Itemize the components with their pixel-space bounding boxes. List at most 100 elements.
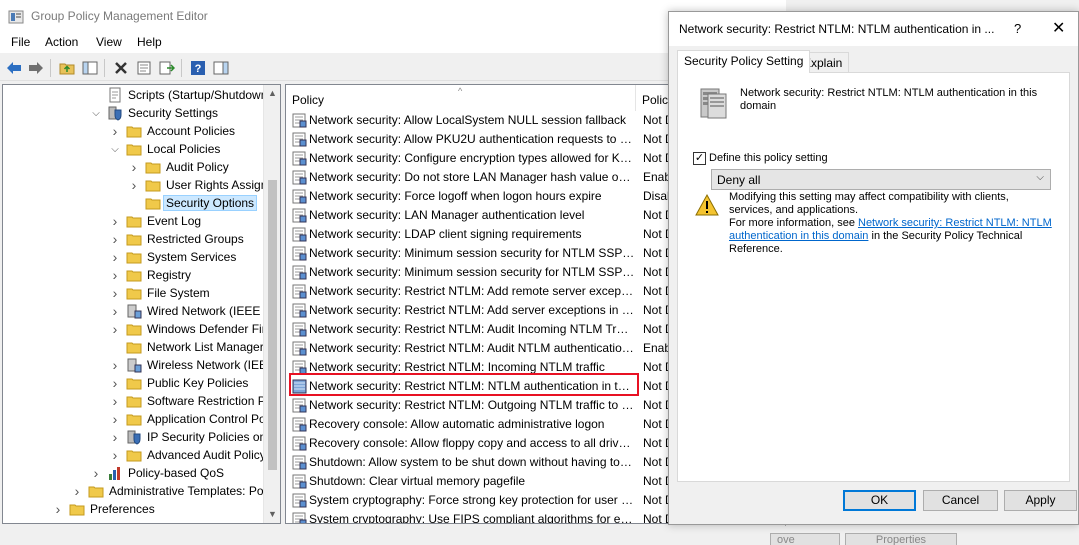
scroll-thumb[interactable] — [268, 180, 277, 470]
tree-item[interactable]: › Public Key Policies — [109, 374, 250, 392]
policy-name-cell: Recovery console: Allow floppy copy and … — [309, 436, 635, 450]
tree-item[interactable]: › Preferences — [52, 500, 157, 518]
define-policy-checkbox[interactable]: ✓ — [693, 152, 706, 165]
collapsed-chevron-icon[interactable]: › — [109, 303, 121, 319]
policy-name-cell: Network security: Restrict NTLM: Add ser… — [309, 303, 635, 317]
policy-name-cell: Network security: Do not store LAN Manag… — [309, 170, 635, 184]
ok-button[interactable]: OK — [843, 490, 916, 511]
policy-icon — [292, 132, 307, 147]
network-icon — [126, 303, 142, 319]
warning-text: Modifying this setting may affect compat… — [729, 191, 1054, 256]
policy-icon — [292, 170, 307, 185]
scroll-down-icon[interactable]: ▼ — [264, 506, 280, 523]
expanded-chevron-icon[interactable]: ⌵ — [109, 143, 121, 155]
no-expander — [90, 89, 102, 101]
tree-item-label: Account Policies — [147, 124, 236, 138]
tree-item[interactable]: › File System — [109, 284, 212, 302]
policy-name-cell: Network security: Restrict NTLM: Incomin… — [309, 360, 605, 374]
collapsed-chevron-icon[interactable]: › — [109, 411, 121, 427]
delete-icon[interactable] — [111, 58, 131, 78]
collapsed-chevron-icon[interactable]: › — [90, 465, 102, 481]
policy-name: Network security: Restrict NTLM: NTLM au… — [740, 87, 1038, 112]
show-hide-tree-icon[interactable] — [80, 58, 100, 78]
tab-security-policy-setting[interactable]: Security Policy Setting — [677, 50, 811, 73]
console-tree[interactable]: Scripts (Startup/Shutdown) ⌵ Security Sett… — [2, 84, 281, 524]
tree-item[interactable]: › Restricted Groups — [109, 230, 246, 248]
menu-action[interactable]: Action — [45, 35, 78, 49]
collapsed-chevron-icon[interactable]: › — [109, 231, 121, 247]
policy-name-cell: Network security: LDAP client signing re… — [309, 227, 582, 241]
policy-icon — [292, 512, 307, 523]
help-icon[interactable]: ? — [188, 58, 208, 78]
policy-icon — [292, 189, 307, 204]
scroll-up-icon[interactable]: ▲ — [264, 85, 280, 102]
tree-item[interactable]: › Policy-based QoS — [90, 464, 226, 482]
collapsed-chevron-icon[interactable]: › — [109, 213, 121, 229]
tree-item[interactable]: › Advanced Audit Policy Cor — [109, 446, 280, 464]
back-arrow-icon[interactable] — [4, 58, 24, 78]
tab-panel: Network security: Restrict NTLM: NTLM au… — [677, 72, 1070, 482]
tree-item[interactable]: ⌵ Security Settings — [90, 104, 220, 122]
show-hide-action-pane-icon[interactable] — [211, 58, 231, 78]
tree-item[interactable]: Scripts (Startup/Shutdown) — [90, 86, 273, 104]
server-policy-icon — [700, 88, 727, 119]
tree-item[interactable]: › System Services — [109, 248, 238, 266]
menu-file[interactable]: File — [11, 35, 30, 49]
collapsed-chevron-icon[interactable]: › — [109, 375, 121, 391]
cancel-button[interactable]: Cancel — [923, 490, 998, 511]
tree-item[interactable]: ›User Rights Assignment — [128, 176, 280, 194]
apply-button[interactable]: Apply — [1004, 490, 1077, 511]
folder-icon — [145, 159, 161, 175]
collapsed-chevron-icon[interactable]: › — [109, 393, 121, 409]
tree-item-label: Security Options — [162, 195, 258, 211]
tree-item-label: IP Security Policies on Acti — [147, 430, 281, 444]
collapsed-chevron-icon[interactable]: › — [128, 177, 140, 193]
collapsed-chevron-icon[interactable]: › — [109, 285, 121, 301]
forward-arrow-icon[interactable] — [26, 58, 46, 78]
tree-item[interactable]: › Administrative Templates: Policy d — [71, 482, 280, 500]
tree-item[interactable]: › Software Restriction Policie — [109, 392, 280, 410]
tree-item[interactable]: › Windows Defender Firewall — [109, 320, 280, 338]
menu-help[interactable]: Help — [137, 35, 162, 49]
remove-button[interactable]: ove — [770, 533, 840, 545]
tree-item[interactable]: › Account Policies — [109, 122, 237, 140]
tree-item-label: Public Key Policies — [147, 376, 249, 390]
folder-icon — [88, 483, 104, 499]
collapsed-chevron-icon[interactable]: › — [109, 249, 121, 265]
tree-item-label: Audit Policy — [166, 160, 229, 174]
collapsed-chevron-icon[interactable]: › — [109, 447, 121, 463]
collapsed-chevron-icon[interactable]: › — [109, 267, 121, 283]
up-folder-icon[interactable] — [57, 58, 77, 78]
collapsed-chevron-icon[interactable]: › — [71, 483, 83, 499]
tree-item[interactable]: › Registry — [109, 266, 193, 284]
doc-icon — [107, 87, 123, 103]
expanded-chevron-icon[interactable]: ⌵ — [90, 107, 102, 119]
menu-view[interactable]: View — [96, 35, 122, 49]
help-button[interactable]: ? — [1014, 21, 1021, 36]
tree-item-label: Wireless Network (IEEE 802 — [147, 358, 280, 372]
export-list-icon[interactable] — [157, 58, 177, 78]
tree-item[interactable]: Network List Manager Polici — [109, 338, 280, 356]
folder-icon — [126, 267, 142, 283]
tree-vertical-scrollbar[interactable]: ▲ ▼ — [263, 85, 280, 523]
tree-item[interactable]: › Audit Policy — [128, 158, 231, 176]
tree-item[interactable]: Security Options — [128, 194, 258, 212]
tree-item[interactable]: › Event Log — [109, 212, 203, 230]
close-icon[interactable]: ✕ — [1052, 18, 1065, 38]
collapsed-chevron-icon[interactable]: › — [52, 501, 64, 517]
tree-item[interactable]: › Application Control Policie — [109, 410, 280, 428]
tree-item[interactable]: › Wireless Network (IEEE 802 — [109, 356, 280, 374]
collapsed-chevron-icon[interactable]: › — [109, 429, 121, 445]
tree-item[interactable]: ⌵ Local Policies — [109, 140, 222, 158]
collapsed-chevron-icon[interactable]: › — [109, 357, 121, 373]
tree-item[interactable]: › IP Security Policies on Acti — [109, 428, 281, 446]
collapsed-chevron-icon[interactable]: › — [109, 123, 121, 139]
warning-prefix: For more information, see — [729, 217, 858, 229]
policy-value-select[interactable]: Deny all ⌵ — [711, 169, 1051, 190]
properties-icon[interactable] — [134, 58, 154, 78]
tree-item[interactable]: › Wired Network (IEEE 802.3) — [109, 302, 280, 320]
policy-name-cell: Network security: Restrict NTLM: Add rem… — [309, 284, 635, 298]
collapsed-chevron-icon[interactable]: › — [128, 159, 140, 175]
collapsed-chevron-icon[interactable]: › — [109, 321, 121, 337]
properties-button[interactable]: Properties — [845, 533, 957, 545]
